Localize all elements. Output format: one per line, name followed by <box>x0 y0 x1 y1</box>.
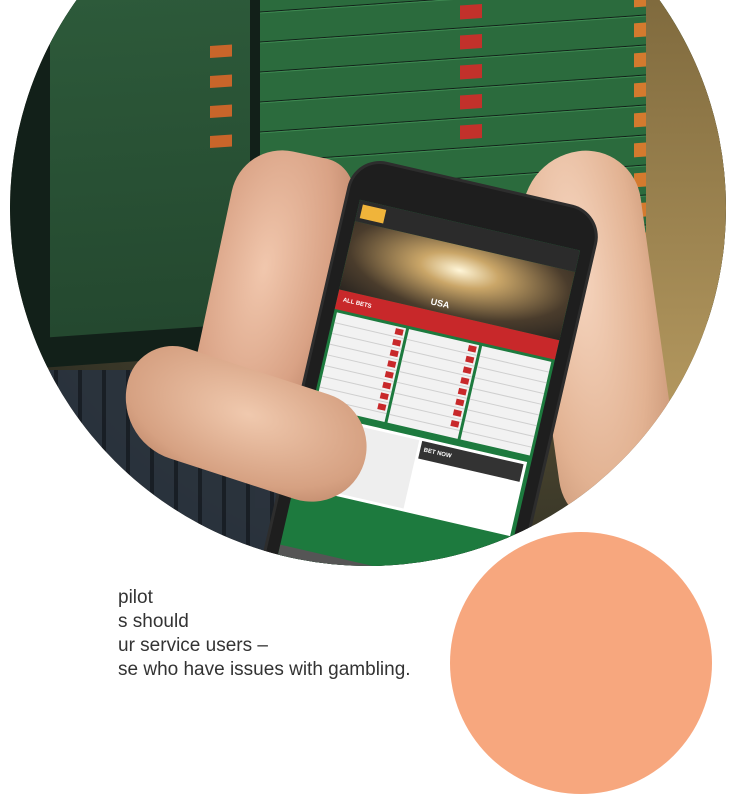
caption-line: se who have issues with gambling. <box>118 659 411 680</box>
caption-line: s should <box>118 611 189 632</box>
decorative-peach-circle <box>450 532 712 794</box>
hero-photo-circle: USA ALL BETS BET NOW <box>10 0 726 566</box>
caption-text: pilot s should ur service users – se who… <box>0 586 460 682</box>
bet-now-box: BET NOW <box>406 440 524 533</box>
caption-line: ur service users – <box>118 635 268 656</box>
phone-app-footer <box>271 544 501 566</box>
caption-line: pilot <box>118 587 153 608</box>
hero-badge: USA <box>429 296 451 311</box>
phone-app-logo <box>359 204 387 224</box>
